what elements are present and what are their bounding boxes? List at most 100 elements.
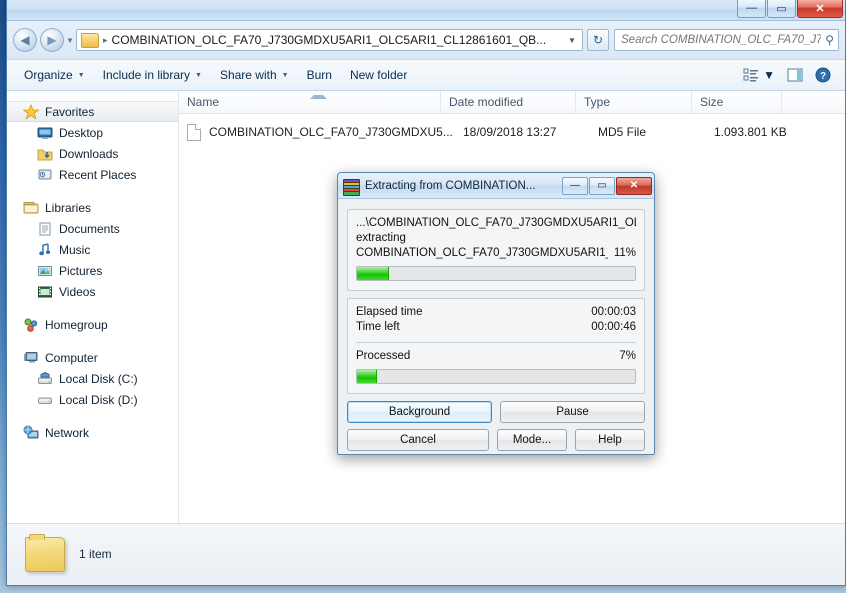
time-left-value: 00:00:46 bbox=[591, 321, 636, 333]
new-folder-button[interactable]: New folder bbox=[341, 64, 416, 86]
file-progress-fill bbox=[357, 267, 389, 280]
svg-text:?: ? bbox=[820, 71, 826, 82]
change-view-button[interactable]: ▼ bbox=[737, 65, 781, 85]
statistics-group: Elapsed time 00:00:03 Time left 00:00:46… bbox=[347, 298, 645, 394]
winrar-icon bbox=[343, 178, 360, 196]
time-left-label: Time left bbox=[356, 321, 400, 333]
sidebar-item-documents[interactable]: Documents bbox=[7, 218, 178, 239]
sidebar-label: Homegroup bbox=[45, 317, 108, 332]
pause-button[interactable]: Pause bbox=[500, 401, 645, 423]
music-icon bbox=[37, 242, 53, 258]
address-bar[interactable]: ▸ COMBINATION_OLC_FA70_J730GMDXU5ARI1_OL… bbox=[76, 29, 583, 51]
window-titlebar[interactable]: — ▭ ✕ bbox=[7, 0, 845, 21]
dialog-maximize-button[interactable]: ▭ bbox=[589, 176, 615, 195]
chevron-down-icon: ▼ bbox=[77, 71, 85, 79]
sidebar-item-downloads[interactable]: Downloads bbox=[7, 143, 178, 164]
organize-label: Organize bbox=[24, 68, 73, 82]
cancel-button[interactable]: Cancel bbox=[347, 429, 489, 451]
sidebar-label: Libraries bbox=[45, 200, 92, 215]
dialog-window-controls: — ▭ ✕ bbox=[561, 176, 652, 195]
recent-places-icon bbox=[37, 167, 53, 183]
preview-pane-button[interactable] bbox=[781, 65, 809, 85]
share-with-label: Share with bbox=[219, 68, 277, 82]
dialog-minimize-button[interactable]: — bbox=[562, 176, 588, 195]
desktop-icon bbox=[37, 125, 53, 141]
sidebar-item-recent-places[interactable]: Recent Places bbox=[7, 164, 178, 185]
help-button[interactable]: ? bbox=[809, 64, 837, 86]
sidebar-item-computer[interactable]: Computer bbox=[7, 347, 178, 368]
libraries-icon bbox=[23, 200, 39, 216]
chevron-down-icon: ▼ bbox=[195, 71, 202, 79]
search-input[interactable] bbox=[619, 33, 824, 47]
help-button[interactable]: Help bbox=[575, 429, 645, 451]
background-button[interactable]: Background bbox=[347, 401, 492, 423]
sidebar-label: Pictures bbox=[59, 263, 103, 278]
sidebar-item-libraries[interactable]: Libraries bbox=[7, 197, 178, 218]
current-file-group: ...\COMBINATION_OLC_FA70_J730GMDXU5ARI1_… bbox=[347, 209, 645, 291]
sidebar-item-desktop[interactable]: Desktop bbox=[7, 122, 178, 143]
breadcrumb-separator-icon: ▸ bbox=[103, 34, 108, 45]
column-headers: Name Date modified Type Size bbox=[179, 91, 845, 114]
chevron-down-icon: ▼ bbox=[281, 71, 289, 79]
sidebar-label: Favorites bbox=[45, 104, 95, 119]
status-bar: 1 item bbox=[7, 523, 845, 584]
sidebar-label: Desktop bbox=[59, 125, 104, 140]
elapsed-time-line: Elapsed time 00:00:03 bbox=[356, 305, 636, 320]
chevron-down-icon[interactable]: ▼ bbox=[564, 36, 580, 45]
sidebar-item-local-disk-d[interactable]: Local Disk (D:) bbox=[7, 389, 178, 410]
column-header-type[interactable]: Type bbox=[576, 91, 692, 113]
sidebar-item-network[interactable]: Network bbox=[7, 422, 178, 443]
close-button[interactable]: ✕ bbox=[797, 0, 843, 18]
videos-icon bbox=[37, 284, 53, 300]
include-in-library-label: Include in library bbox=[102, 68, 191, 82]
dialog-divider bbox=[356, 342, 636, 343]
search-box[interactable]: ⚲ bbox=[614, 29, 839, 51]
processed-percent-label: 7% bbox=[619, 350, 636, 362]
forward-button[interactable]: ▶ bbox=[40, 28, 64, 52]
processed-label: Processed bbox=[356, 350, 411, 362]
include-in-library-button[interactable]: Include in library ▼ bbox=[94, 64, 211, 86]
processed-progress-bar bbox=[356, 369, 636, 384]
new-folder-label: New folder bbox=[349, 68, 408, 82]
sidebar-item-favorites[interactable]: Favorites bbox=[7, 101, 178, 122]
cell-size: 1.093.801 KB bbox=[714, 125, 787, 139]
table-row[interactable]: COMBINATION_OLC_FA70_J730GMDXU5... 18/09… bbox=[179, 120, 845, 144]
documents-icon bbox=[37, 221, 53, 237]
sidebar-divider bbox=[7, 185, 178, 197]
file-percent-label: 11% bbox=[613, 247, 636, 259]
back-button[interactable]: ◀ bbox=[13, 28, 37, 52]
burn-label: Burn bbox=[306, 68, 332, 82]
processed-line: Processed 7% bbox=[356, 349, 636, 364]
dialog-close-button[interactable]: ✕ bbox=[616, 176, 652, 195]
column-header-filler bbox=[782, 91, 845, 113]
sidebar-label: Music bbox=[59, 242, 91, 257]
cell-date-modified: 18/09/2018 13:27 bbox=[463, 125, 557, 139]
mode-button[interactable]: Mode... bbox=[497, 429, 567, 451]
breadcrumb-path[interactable]: COMBINATION_OLC_FA70_J730GMDXU5ARI1_OLC5… bbox=[112, 33, 564, 47]
dialog-titlebar[interactable]: Extracting from COMBINATION... — ▭ ✕ bbox=[338, 173, 654, 199]
column-header-size[interactable]: Size bbox=[692, 91, 782, 113]
sidebar-item-music[interactable]: Music bbox=[7, 239, 178, 260]
preview-pane-icon bbox=[787, 68, 803, 82]
homegroup-icon bbox=[23, 317, 39, 333]
column-header-date-modified[interactable]: Date modified bbox=[441, 91, 576, 113]
burn-button[interactable]: Burn bbox=[298, 64, 341, 86]
maximize-button[interactable]: ▭ bbox=[767, 0, 796, 18]
help-icon: ? bbox=[815, 67, 831, 83]
file-icon bbox=[187, 123, 201, 141]
refresh-button[interactable]: ↻ bbox=[587, 29, 609, 51]
cell-name: COMBINATION_OLC_FA70_J730GMDXU5... bbox=[209, 125, 453, 139]
share-with-button[interactable]: Share with ▼ bbox=[211, 64, 298, 86]
sidebar-item-homegroup[interactable]: Homegroup bbox=[7, 314, 178, 335]
sidebar-item-videos[interactable]: Videos bbox=[7, 281, 178, 302]
sidebar-item-local-disk-c[interactable]: Local Disk (C:) bbox=[7, 368, 178, 389]
dialog-button-row-1: Background Pause bbox=[338, 401, 654, 423]
organize-button[interactable]: Organize ▼ bbox=[15, 64, 94, 86]
history-dropdown-icon[interactable]: ▼ bbox=[64, 36, 76, 45]
sidebar-item-pictures[interactable]: Pictures bbox=[7, 260, 178, 281]
command-bar: Organize ▼ Include in library ▼ Share wi… bbox=[7, 59, 845, 91]
processed-progress-fill bbox=[357, 370, 378, 383]
search-icon: ⚲ bbox=[825, 33, 834, 47]
minimize-button[interactable]: — bbox=[737, 0, 766, 18]
item-count-label: 1 item bbox=[79, 547, 112, 561]
